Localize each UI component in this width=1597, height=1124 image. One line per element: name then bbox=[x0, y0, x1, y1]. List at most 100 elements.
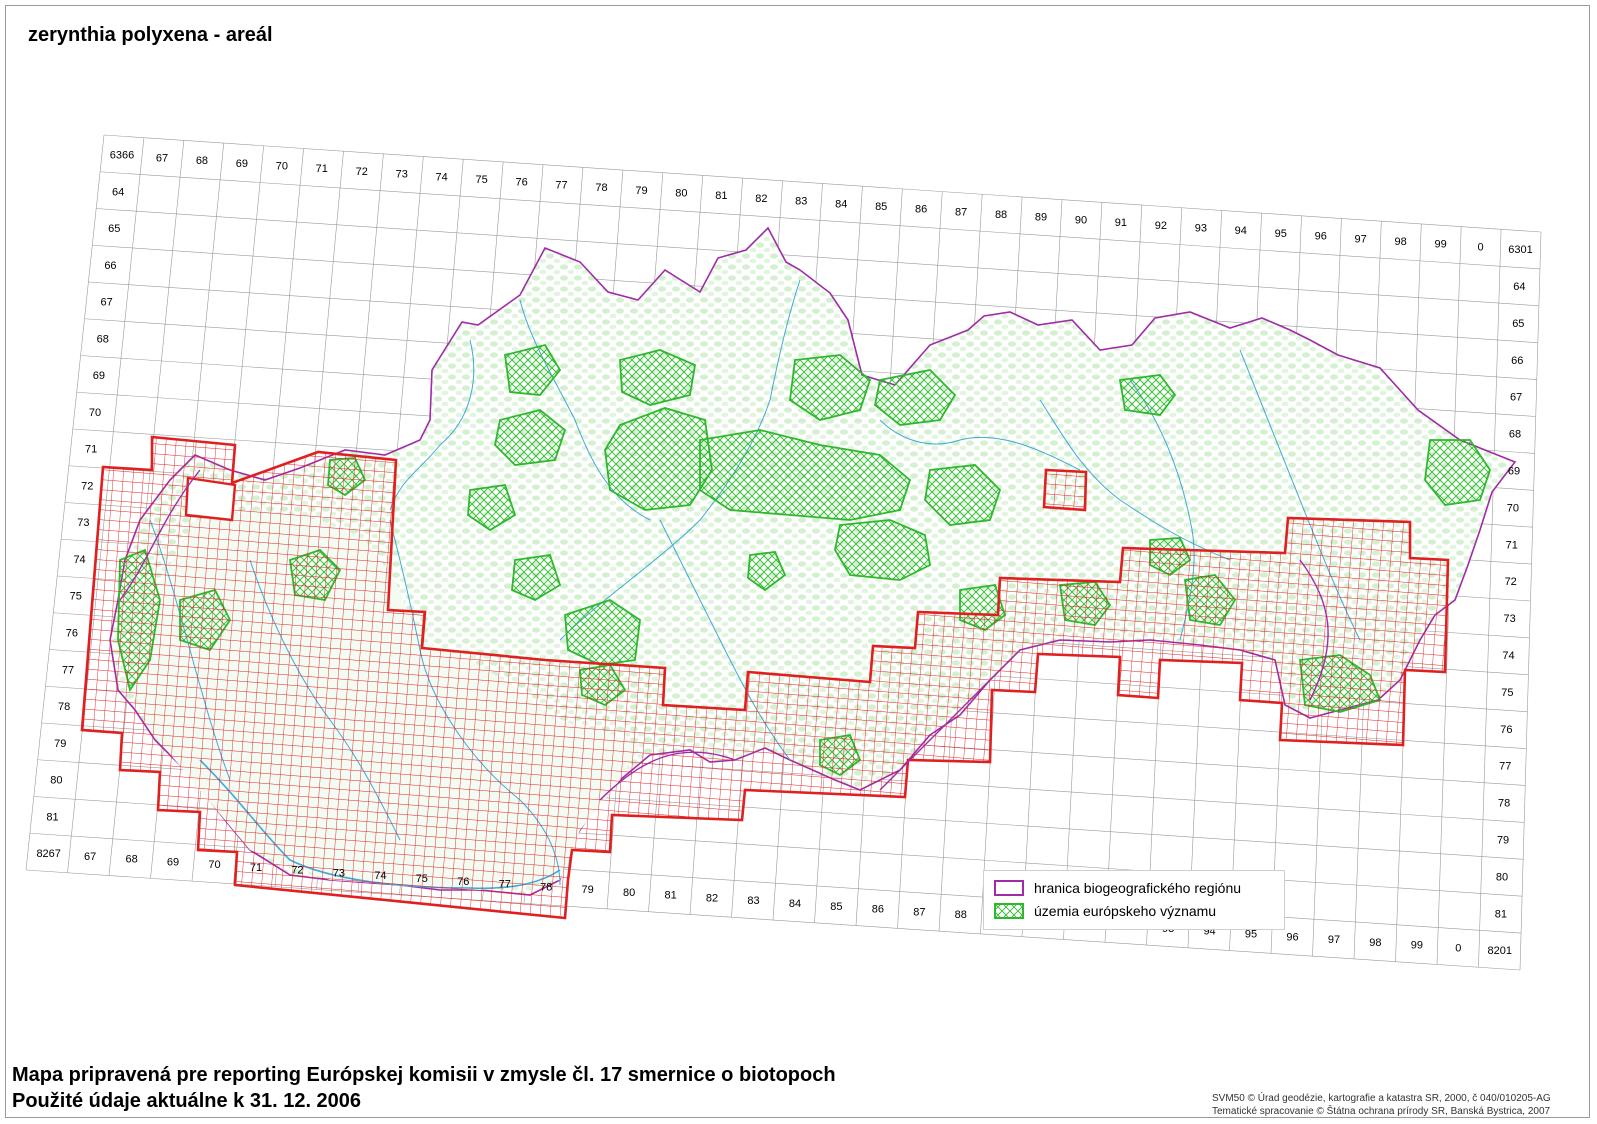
footer-line-2: Použité údaje aktuálne k 31. 12. 2006 bbox=[12, 1090, 362, 1112]
legend-row-border: hranica biogeografického regiónu bbox=[994, 878, 1241, 898]
grid-label-bottom: 67 bbox=[84, 851, 96, 863]
grid-label-bottom: 8201 bbox=[1488, 945, 1512, 957]
grid-label-top: 76 bbox=[515, 177, 527, 189]
grid-label-top: 6366 bbox=[110, 150, 134, 162]
grid-label-bottom: 68 bbox=[125, 854, 137, 866]
grid-label-bottom: 80 bbox=[623, 887, 635, 899]
grid-label-top: 95 bbox=[1275, 228, 1287, 240]
grid-label-left: 71 bbox=[85, 444, 97, 456]
grid-label-bottom: 79 bbox=[582, 884, 594, 896]
grid-label-left: 68 bbox=[97, 333, 109, 345]
footer-line-1: Mapa pripravená pre reporting Európskej … bbox=[12, 1064, 836, 1086]
grid-label-left: 72 bbox=[81, 480, 93, 492]
grid-label-right: 74 bbox=[1502, 650, 1514, 662]
grid-label-bottom: 74 bbox=[374, 870, 386, 882]
grid-label-left: 81 bbox=[46, 811, 58, 823]
grid-label-right: 68 bbox=[1509, 429, 1521, 441]
grid-label-left: 76 bbox=[66, 628, 78, 640]
grid-label-bottom: 97 bbox=[1328, 934, 1340, 946]
grid-label-top: 94 bbox=[1235, 225, 1247, 237]
grid-label-top: 99 bbox=[1434, 239, 1446, 251]
grid-label-bottom: 0 bbox=[1455, 942, 1461, 954]
grid-label-left: 70 bbox=[89, 407, 101, 419]
grid-label-bottom: 69 bbox=[167, 856, 179, 868]
grid-label-top: 87 bbox=[955, 206, 967, 218]
grid-label-right: 71 bbox=[1506, 539, 1518, 551]
credits-line-2: Tematické spracovanie © Štátna ochrana p… bbox=[1212, 1106, 1551, 1117]
grid-label-bottom: 73 bbox=[333, 867, 345, 879]
range-gap bbox=[184, 476, 237, 522]
grid-label-bottom: 77 bbox=[499, 879, 511, 891]
grid-label-top: 98 bbox=[1395, 236, 1407, 248]
grid-label-top: 91 bbox=[1115, 217, 1127, 229]
grid-label-bottom: 87 bbox=[913, 906, 925, 918]
grid-label-right: 76 bbox=[1500, 724, 1512, 736]
grid-row-line bbox=[103, 134, 1542, 233]
grid-label-bottom: 83 bbox=[747, 895, 759, 907]
grid-label-bottom: 70 bbox=[208, 859, 220, 871]
grid-label-right: 70 bbox=[1507, 502, 1519, 514]
grid-label-right: 80 bbox=[1496, 871, 1508, 883]
grid-label-top: 86 bbox=[915, 204, 927, 216]
grid-label-left: 66 bbox=[104, 260, 116, 272]
grid-label-top: 79 bbox=[635, 185, 647, 197]
grid-label-bottom: 8267 bbox=[36, 848, 60, 860]
grid-label-top: 83 bbox=[795, 196, 807, 208]
legend-row-sites: územia európskeho významu bbox=[994, 901, 1216, 921]
grid-label-right: 67 bbox=[1510, 392, 1522, 404]
grid-label-right: 64 bbox=[1513, 281, 1525, 293]
grid-label-bottom: 98 bbox=[1369, 937, 1381, 949]
grid-label-top: 0 bbox=[1477, 241, 1483, 253]
grid-label-top: 82 bbox=[755, 193, 767, 205]
grid-label-bottom: 96 bbox=[1286, 931, 1298, 943]
grid-label-bottom: 71 bbox=[250, 862, 262, 874]
grid-label-top: 89 bbox=[1035, 212, 1047, 224]
grid-label-top: 84 bbox=[835, 198, 847, 210]
grid-label-bottom: 84 bbox=[789, 898, 801, 910]
grid-label-bottom: 86 bbox=[872, 904, 884, 916]
grid-label-bottom: 85 bbox=[830, 901, 842, 913]
grid-label-top: 72 bbox=[356, 166, 368, 178]
legend: hranica biogeografického regiónu územia … bbox=[983, 870, 1285, 930]
species-range-cell bbox=[1042, 468, 1088, 512]
grid-label-top: 69 bbox=[236, 158, 248, 170]
grid-label-top: 74 bbox=[436, 171, 448, 183]
grid-label-top: 75 bbox=[476, 174, 488, 186]
grid-label-left: 65 bbox=[108, 223, 120, 235]
grid-label-left: 69 bbox=[93, 370, 105, 382]
grid-label-top: 6301 bbox=[1508, 244, 1532, 256]
grid-label-right: 73 bbox=[1503, 613, 1515, 625]
grid-label-bottom: 81 bbox=[664, 890, 676, 902]
grid-label-right: 78 bbox=[1498, 798, 1510, 810]
grid-label-top: 77 bbox=[555, 179, 567, 191]
region-border-swatch bbox=[994, 880, 1024, 896]
grid-label-bottom: 88 bbox=[955, 909, 967, 921]
grid-label-top: 68 bbox=[196, 155, 208, 167]
grid-label-top: 73 bbox=[396, 169, 408, 181]
grid-label-left: 73 bbox=[77, 517, 89, 529]
grid-label-top: 78 bbox=[595, 182, 607, 194]
grid-label-top: 97 bbox=[1355, 233, 1367, 245]
grid-label-right: 66 bbox=[1511, 355, 1523, 367]
credits-line-1: SVM50 © Úrad geodézie, kartografie a kat… bbox=[1212, 1093, 1551, 1104]
grid-label-top: 88 bbox=[995, 209, 1007, 221]
grid-row-line bbox=[100, 171, 1540, 270]
grid-label-left: 78 bbox=[58, 701, 70, 713]
grid-label-top: 90 bbox=[1075, 214, 1087, 226]
grid-label-top: 81 bbox=[715, 190, 727, 202]
grid-label-right: 75 bbox=[1501, 687, 1513, 699]
grid-label-bottom: 95 bbox=[1245, 929, 1257, 941]
legend-label-sites: územia európskeho významu bbox=[1034, 903, 1217, 919]
footer-note: Mapa pripravená pre reporting Európskej … bbox=[12, 1062, 836, 1114]
grid-label-right: 65 bbox=[1512, 318, 1524, 330]
grid-label-top: 93 bbox=[1195, 223, 1207, 235]
grid-label-left: 67 bbox=[100, 297, 112, 309]
grid-label-bottom: 99 bbox=[1411, 940, 1423, 952]
grid-label-right: 77 bbox=[1499, 761, 1511, 773]
grid-label-right: 79 bbox=[1497, 834, 1509, 846]
grid-label-right: 72 bbox=[1505, 576, 1517, 588]
grid-label-top: 96 bbox=[1315, 231, 1327, 243]
grid-label-top: 71 bbox=[316, 163, 328, 175]
grid-label-left: 74 bbox=[73, 554, 85, 566]
sites-swatch bbox=[994, 903, 1024, 919]
